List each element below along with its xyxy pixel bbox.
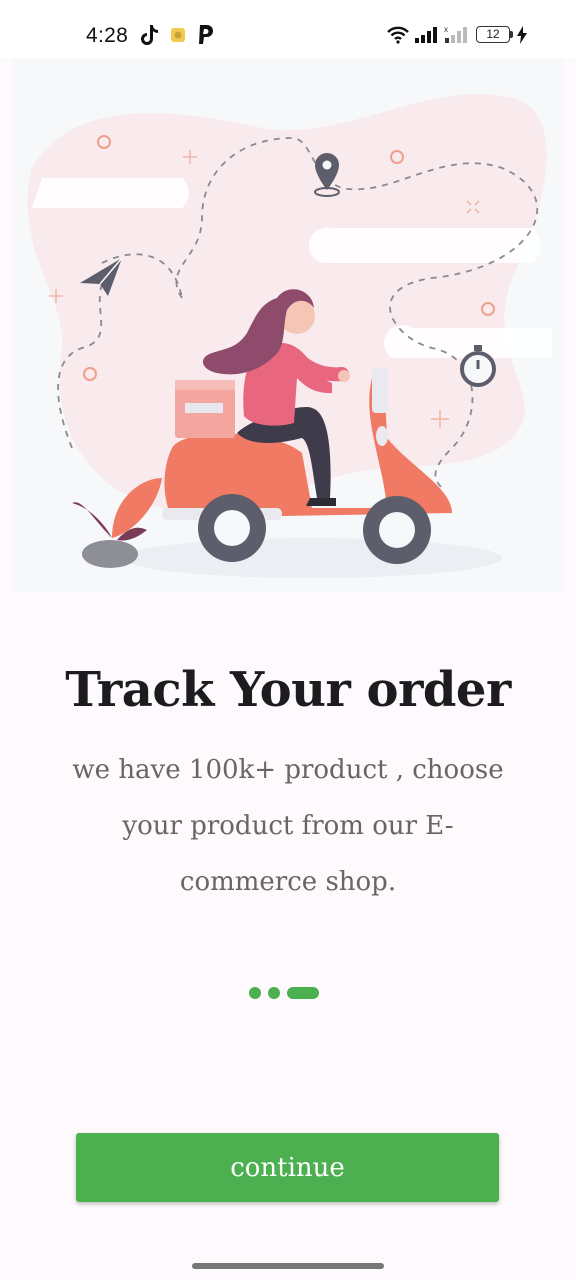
page-dot-2 [268, 987, 280, 999]
wifi-icon [387, 26, 409, 44]
page-dot-1 [249, 987, 261, 999]
onboarding-title: Track Your order [65, 662, 511, 718]
continue-button[interactable]: continue [76, 1133, 499, 1202]
status-time: 4:28 [86, 24, 129, 47]
battery-icon: 12 [476, 26, 510, 43]
signal-no-service-icon: x [444, 26, 467, 43]
svg-text:x: x [444, 26, 448, 34]
charging-icon [517, 26, 527, 44]
onboarding-subtitle: we have 100k+ product , choose your prod… [72, 755, 504, 897]
paypal-icon [199, 25, 213, 44]
status-bar: 4:28 x 12 [0, 0, 576, 58]
app-notification-icon [171, 28, 185, 42]
signal-icon [415, 27, 437, 43]
home-indicator[interactable] [192, 1263, 384, 1269]
delivery-scooter-illustration [12, 58, 564, 592]
tiktok-icon [141, 25, 158, 45]
battery-tip [510, 31, 513, 38]
page-dot-3-active [287, 987, 319, 999]
